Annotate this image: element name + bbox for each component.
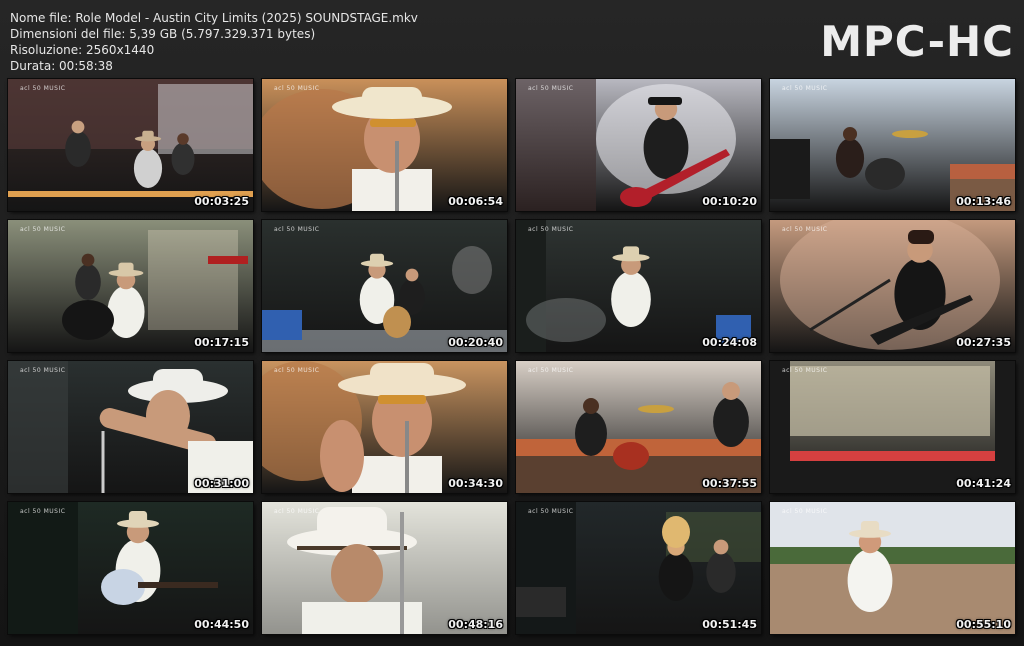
broadcast-watermark: acl 50 MUSIC [528, 508, 574, 515]
thumbnail-tile: acl 50 MUSIC 00:17:15 [8, 220, 253, 352]
broadcast-watermark: acl 50 MUSIC [782, 508, 828, 515]
mpc-hc-logo: MPC-HC [820, 17, 1014, 66]
thumbnail-timestamp: 00:03:25 [194, 195, 249, 208]
file-size-line: Dimensioni del file: 5,39 GB (5.797.329.… [10, 27, 316, 41]
thumbnail-timestamp: 00:10:20 [702, 195, 757, 208]
thumbnail-image [262, 502, 507, 634]
thumbnail-image [770, 502, 1015, 634]
thumbnail-timestamp: 00:27:35 [956, 336, 1011, 349]
broadcast-watermark: acl 50 MUSIC [274, 367, 320, 374]
thumbnail-timestamp: 00:31:00 [194, 477, 249, 490]
thumbnail-image [516, 502, 761, 634]
broadcast-watermark: acl 50 MUSIC [20, 367, 66, 374]
thumbnail-image [8, 502, 253, 634]
broadcast-watermark: acl 50 MUSIC [20, 226, 66, 233]
thumbnail-image [262, 361, 507, 493]
thumbnail-timestamp: 00:55:10 [956, 618, 1011, 631]
thumbnail-tile: acl 50 MUSIC 00:48:16 [262, 502, 507, 634]
thumbnail-tile: acl 50 MUSIC 00:51:45 [516, 502, 761, 634]
broadcast-watermark: acl 50 MUSIC [528, 226, 574, 233]
thumbnail-tile: acl 50 MUSIC 00:06:54 [262, 79, 507, 211]
thumbnail-grid: acl 50 MUSIC 00:03:25 acl 50 MUSIC 00:06:54… [8, 79, 1016, 634]
thumbnail-tile: acl 50 MUSIC 00:31:00 [8, 361, 253, 493]
thumbnail-timestamp: 00:37:55 [702, 477, 757, 490]
thumbnail-image [516, 79, 761, 211]
broadcast-watermark: acl 50 MUSIC [274, 508, 320, 515]
thumbnail-image [770, 220, 1015, 352]
thumbnail-image [516, 220, 761, 352]
file-name-line: Nome file: Role Model - Austin City Limi… [10, 11, 418, 25]
resolution-line: Risoluzione: 2560x1440 [10, 43, 155, 57]
broadcast-watermark: acl 50 MUSIC [528, 85, 574, 92]
broadcast-watermark: acl 50 MUSIC [20, 508, 66, 515]
broadcast-watermark: acl 50 MUSIC [782, 85, 828, 92]
file-info-panel: Nome file: Role Model - Austin City Limi… [10, 10, 418, 74]
thumbnail-timestamp: 00:41:24 [956, 477, 1011, 490]
thumbnail-tile: acl 50 MUSIC 00:55:10 [770, 502, 1015, 634]
thumbnail-image [8, 79, 253, 211]
thumbnail-timestamp: 00:34:30 [448, 477, 503, 490]
thumbnail-timestamp: 00:20:40 [448, 336, 503, 349]
broadcast-watermark: acl 50 MUSIC [274, 226, 320, 233]
broadcast-watermark: acl 50 MUSIC [782, 367, 828, 374]
thumbnail-tile: acl 50 MUSIC 00:24:08 [516, 220, 761, 352]
thumbnail-tile: acl 50 MUSIC 00:27:35 [770, 220, 1015, 352]
thumbnail-tile: acl 50 MUSIC 00:44:50 [8, 502, 253, 634]
thumbnail-timestamp: 00:51:45 [702, 618, 757, 631]
thumbnail-timestamp: 00:44:50 [194, 618, 249, 631]
thumbnail-tile: acl 50 MUSIC 00:10:20 [516, 79, 761, 211]
duration-line: Durata: 00:58:38 [10, 59, 113, 73]
broadcast-watermark: acl 50 MUSIC [20, 85, 66, 92]
thumbnail-image [516, 361, 761, 493]
thumbnail-timestamp: 00:06:54 [448, 195, 503, 208]
thumbnail-image [8, 361, 253, 493]
thumbnail-timestamp: 00:13:46 [956, 195, 1011, 208]
thumbnail-tile: acl 50 MUSIC 00:41:24 [770, 361, 1015, 493]
thumbnail-image [8, 220, 253, 352]
thumbnail-tile: acl 50 MUSIC 00:20:40 [262, 220, 507, 352]
broadcast-watermark: acl 50 MUSIC [782, 226, 828, 233]
broadcast-watermark: acl 50 MUSIC [274, 85, 320, 92]
thumbnail-tile: acl 50 MUSIC 00:37:55 [516, 361, 761, 493]
thumbnail-tile: acl 50 MUSIC 00:03:25 [8, 79, 253, 211]
thumbnail-tile: acl 50 MUSIC 00:34:30 [262, 361, 507, 493]
thumbnail-image [262, 220, 507, 352]
thumbnail-tile: acl 50 MUSIC 00:13:46 [770, 79, 1015, 211]
thumbnail-timestamp: 00:24:08 [702, 336, 757, 349]
thumbnail-timestamp: 00:48:16 [448, 618, 503, 631]
thumbnail-image [262, 79, 507, 211]
thumbnail-image [770, 361, 1015, 493]
thumbnail-image [770, 79, 1015, 211]
thumbnail-timestamp: 00:17:15 [194, 336, 249, 349]
broadcast-watermark: acl 50 MUSIC [528, 367, 574, 374]
